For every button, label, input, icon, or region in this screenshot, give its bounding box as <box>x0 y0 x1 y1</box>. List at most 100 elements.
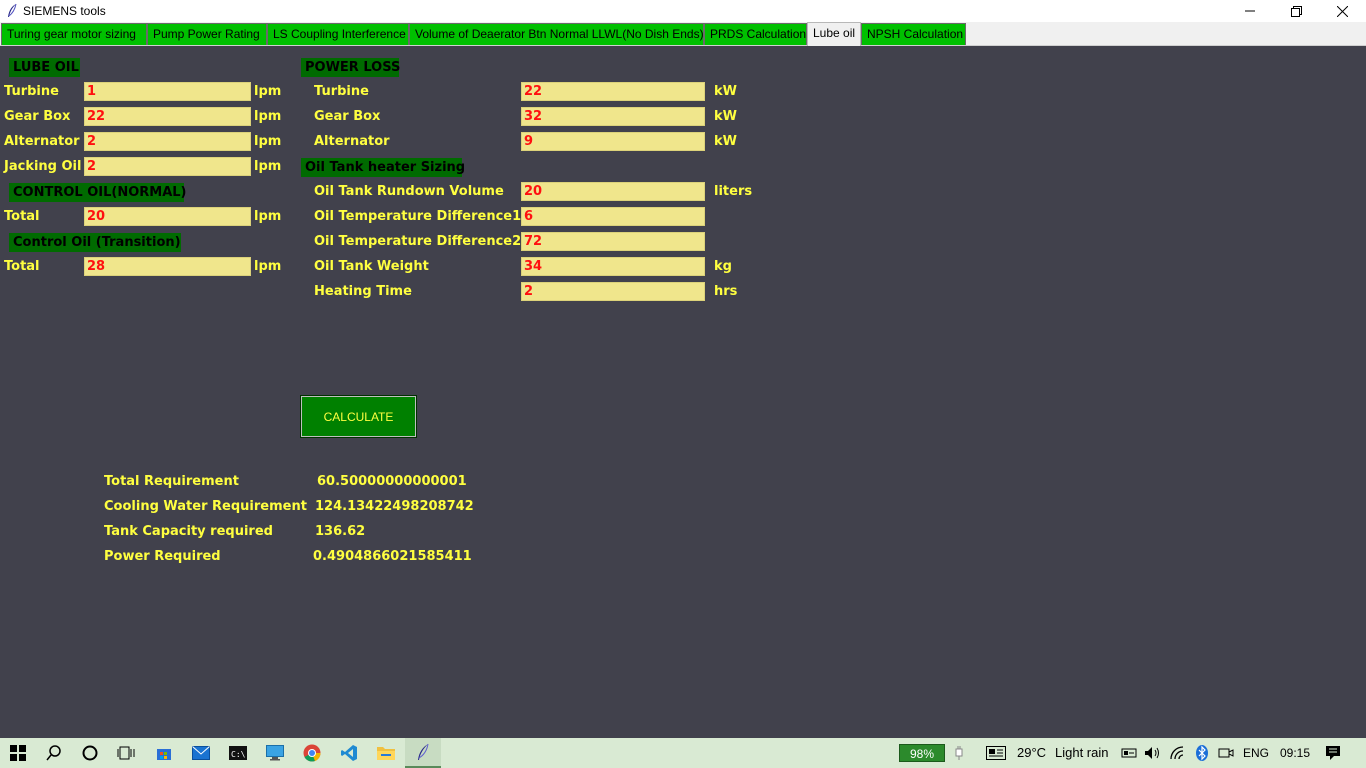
notification-icon <box>1326 746 1340 760</box>
power-required-value: 0.4904866021585411 <box>313 549 472 564</box>
restore-icon <box>1290 5 1302 17</box>
control-oil-normal-header: CONTROL OIL(NORMAL) <box>9 183 187 202</box>
terminal-app[interactable]: C:\ <box>220 738 256 768</box>
vscode-app[interactable] <box>331 738 367 768</box>
jacking-oil-label: Jacking Oil <box>4 159 82 174</box>
lube-oil-header: LUBE OIL <box>9 58 80 77</box>
control-normal-total-input[interactable]: 20 <box>84 207 251 226</box>
feather-app-icon <box>8 3 17 17</box>
lube-gearbox-unit: lpm <box>254 109 282 124</box>
temp-diff2-label: Oil Temperature Difference2 <box>314 234 522 249</box>
power-alternator-input[interactable]: 9 <box>521 132 705 151</box>
python-feather-app[interactable] <box>405 738 441 768</box>
lube-alternator-label: Alternator <box>4 134 80 149</box>
control-transition-total-input[interactable]: 28 <box>84 257 251 276</box>
feather-icon <box>418 743 429 760</box>
network-adapter-tray[interactable] <box>1117 738 1141 768</box>
power-turbine-label: Turbine <box>314 84 369 99</box>
cooling-water-value: 124.13422498208742 <box>315 499 474 514</box>
heating-time-input[interactable]: 2 <box>521 282 705 301</box>
news-tray[interactable] <box>982 738 1010 768</box>
device-icon <box>1121 748 1137 758</box>
news-icon <box>986 746 1006 760</box>
lube-turbine-label: Turbine <box>4 84 59 99</box>
volume-tray[interactable] <box>1141 738 1165 768</box>
battery-indicator[interactable]: 98% <box>899 744 945 762</box>
tab-ls-coupling[interactable]: LS Coupling Interference <box>267 23 409 45</box>
file-explorer-app[interactable] <box>368 738 404 768</box>
clock[interactable]: 09:15 <box>1280 746 1310 760</box>
close-icon <box>1336 5 1348 17</box>
camera-icon <box>1218 748 1234 758</box>
bluetooth-tray[interactable] <box>1190 738 1214 768</box>
close-button[interactable] <box>1319 0 1365 22</box>
tank-weight-label: Oil Tank Weight <box>314 259 429 274</box>
cortana-button[interactable] <box>72 738 108 768</box>
power-gearbox-input[interactable]: 32 <box>521 107 705 126</box>
chrome-app[interactable] <box>294 738 330 768</box>
cooling-water-label: Cooling Water Requirement <box>104 499 307 514</box>
tank-capacity-value: 136.62 <box>315 524 366 539</box>
control-normal-total-unit: lpm <box>254 209 282 224</box>
lube-turbine-unit: lpm <box>254 84 282 99</box>
search-button[interactable] <box>36 738 72 768</box>
jacking-oil-input[interactable]: 2 <box>84 157 251 176</box>
tab-npsh[interactable]: NPSH Calculation <box>861 23 966 45</box>
power-gearbox-unit: kW <box>714 109 737 124</box>
total-requirement-value: 60.50000000000001 <box>317 474 467 489</box>
bluetooth-icon <box>1196 745 1208 761</box>
control-normal-total-label: Total <box>4 209 40 224</box>
power-loss-header: POWER LOSS <box>301 58 400 77</box>
mail-icon <box>192 746 210 760</box>
tank-weight-input[interactable]: 34 <box>521 257 705 276</box>
temp-diff2-input[interactable]: 72 <box>521 232 705 251</box>
control-oil-transition-header: Control Oil (Transition) <box>9 233 181 252</box>
restore-button[interactable] <box>1273 0 1319 22</box>
weather-temp[interactable]: 29°C <box>1017 745 1046 760</box>
remote-desktop-app[interactable] <box>257 738 293 768</box>
start-button[interactable] <box>0 738 36 768</box>
rundown-volume-label: Oil Tank Rundown Volume <box>314 184 504 199</box>
lube-gearbox-input[interactable]: 22 <box>84 107 251 126</box>
power-turbine-unit: kW <box>714 84 737 99</box>
language-indicator[interactable]: ENG <box>1243 746 1269 760</box>
lube-alternator-input[interactable]: 2 <box>84 132 251 151</box>
minimize-button[interactable] <box>1227 0 1273 22</box>
action-center-button[interactable] <box>1316 738 1350 768</box>
wifi-icon <box>1170 746 1184 760</box>
task-view-button[interactable] <box>108 738 144 768</box>
lube-turbine-input[interactable]: 1 <box>84 82 251 101</box>
task-view-icon <box>117 746 135 760</box>
title-bar: SIEMENS tools <box>0 0 1366 22</box>
mail-app[interactable] <box>183 738 219 768</box>
heating-time-unit: hrs <box>714 284 738 299</box>
wifi-tray[interactable] <box>1166 738 1190 768</box>
rundown-volume-input[interactable]: 20 <box>521 182 705 201</box>
weather-text[interactable]: Light rain <box>1055 745 1108 760</box>
lube-gearbox-label: Gear Box <box>4 109 71 124</box>
lube-alternator-unit: lpm <box>254 134 282 149</box>
control-transition-total-unit: lpm <box>254 259 282 274</box>
tab-turing-gear[interactable]: Turing gear motor sizing <box>1 23 147 45</box>
svg-text:C:\: C:\ <box>231 750 246 759</box>
power-turbine-input[interactable]: 22 <box>521 82 705 101</box>
chrome-icon <box>303 744 321 762</box>
folder-icon <box>377 747 395 760</box>
calculate-button[interactable]: CALCULATE <box>300 395 417 438</box>
heater-sizing-header: Oil Tank heater Sizing <box>301 158 465 177</box>
windows-icon <box>10 745 26 761</box>
cortana-icon <box>82 745 98 761</box>
taskbar: C:\ <box>0 738 1366 768</box>
tank-weight-unit: kg <box>714 259 732 274</box>
tank-capacity-label: Tank Capacity required <box>104 524 273 539</box>
meet-now-tray[interactable] <box>1214 738 1238 768</box>
tab-lube-oil[interactable]: Lube oil <box>807 22 861 46</box>
power-gearbox-label: Gear Box <box>314 109 381 124</box>
store-app[interactable] <box>146 738 182 768</box>
tab-pump-power[interactable]: Pump Power Rating <box>147 23 267 45</box>
temp-diff1-input[interactable]: 6 <box>521 207 705 226</box>
vscode-icon <box>341 745 357 761</box>
tab-prds[interactable]: PRDS Calculation <box>704 23 807 45</box>
tab-deaerator-volume[interactable]: Volume of Deaerator Btn Normal LLWL(No D… <box>409 23 704 45</box>
battery-saver-tray[interactable] <box>948 738 970 768</box>
